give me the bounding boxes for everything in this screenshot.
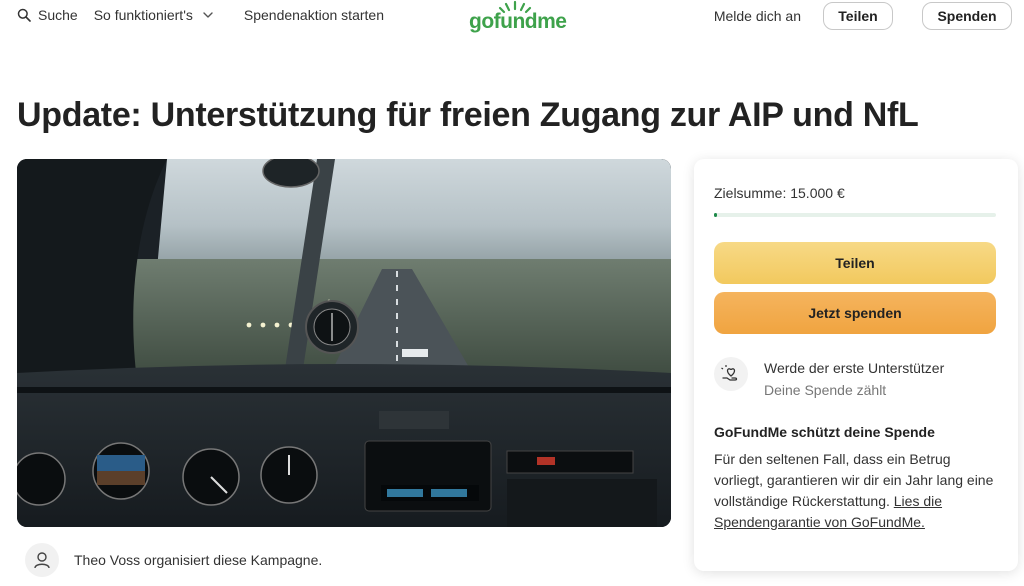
page-title: Update: Unterstützung für freien Zugang … xyxy=(17,96,919,134)
protection-text: Für den seltenen Fall, dass ein Betrug v… xyxy=(714,449,996,533)
heart-hand-icon xyxy=(714,357,748,391)
progress-bar xyxy=(714,213,996,217)
search-link[interactable]: Suche xyxy=(17,7,78,23)
search-label: Suche xyxy=(38,7,78,23)
start-fundraiser-label: Spendenaktion starten xyxy=(243,7,384,23)
user-icon xyxy=(34,552,50,569)
nav-left: Suche So funktioniert's Spendenaktion st… xyxy=(17,7,384,23)
gofundme-logo[interactable]: gofundme xyxy=(469,0,567,34)
supporter-subtitle: Deine Spende zählt xyxy=(764,382,887,398)
login-link[interactable]: Melde dich an xyxy=(714,8,801,24)
progress-fill xyxy=(714,213,717,217)
cockpit-runway-photo xyxy=(17,159,671,527)
donation-card: Zielsumme: 15.000 € Teilen Jetzt spenden… xyxy=(694,159,1018,571)
share-button[interactable]: Teilen xyxy=(714,242,996,284)
header-donate-button[interactable]: Spenden xyxy=(922,2,1012,30)
organizer-text: Theo Voss organisiert diese Kampagne. xyxy=(74,552,323,568)
donate-now-button[interactable]: Jetzt spenden xyxy=(714,292,996,334)
goal-amount: Zielsumme: 15.000 € xyxy=(714,185,845,201)
search-icon xyxy=(17,8,31,22)
avatar[interactable] xyxy=(25,543,59,577)
supporter-title: Werde der erste Unterstützer xyxy=(764,360,945,376)
logo-text: gofundme xyxy=(469,10,567,33)
top-nav: Suche So funktioniert's Spendenaktion st… xyxy=(0,0,1024,34)
chevron-down-icon xyxy=(202,9,214,21)
header-share-button[interactable]: Teilen xyxy=(823,2,893,30)
hero-image xyxy=(17,159,671,527)
how-it-works-label: So funktioniert's xyxy=(93,7,193,23)
first-supporter: Werde der erste Unterstützer Deine Spend… xyxy=(714,357,944,398)
start-fundraiser-link[interactable]: Spendenaktion starten xyxy=(244,7,384,23)
nav-right: Melde dich an Teilen Spenden xyxy=(714,2,1012,30)
protection-body: Für den seltenen Fall, dass ein Betrug v… xyxy=(714,451,994,509)
protection-title: GoFundMe schützt deine Spende xyxy=(714,424,935,440)
organizer-row: Theo Voss organisiert diese Kampagne. xyxy=(25,543,322,577)
how-it-works-menu[interactable]: So funktioniert's xyxy=(94,7,214,23)
